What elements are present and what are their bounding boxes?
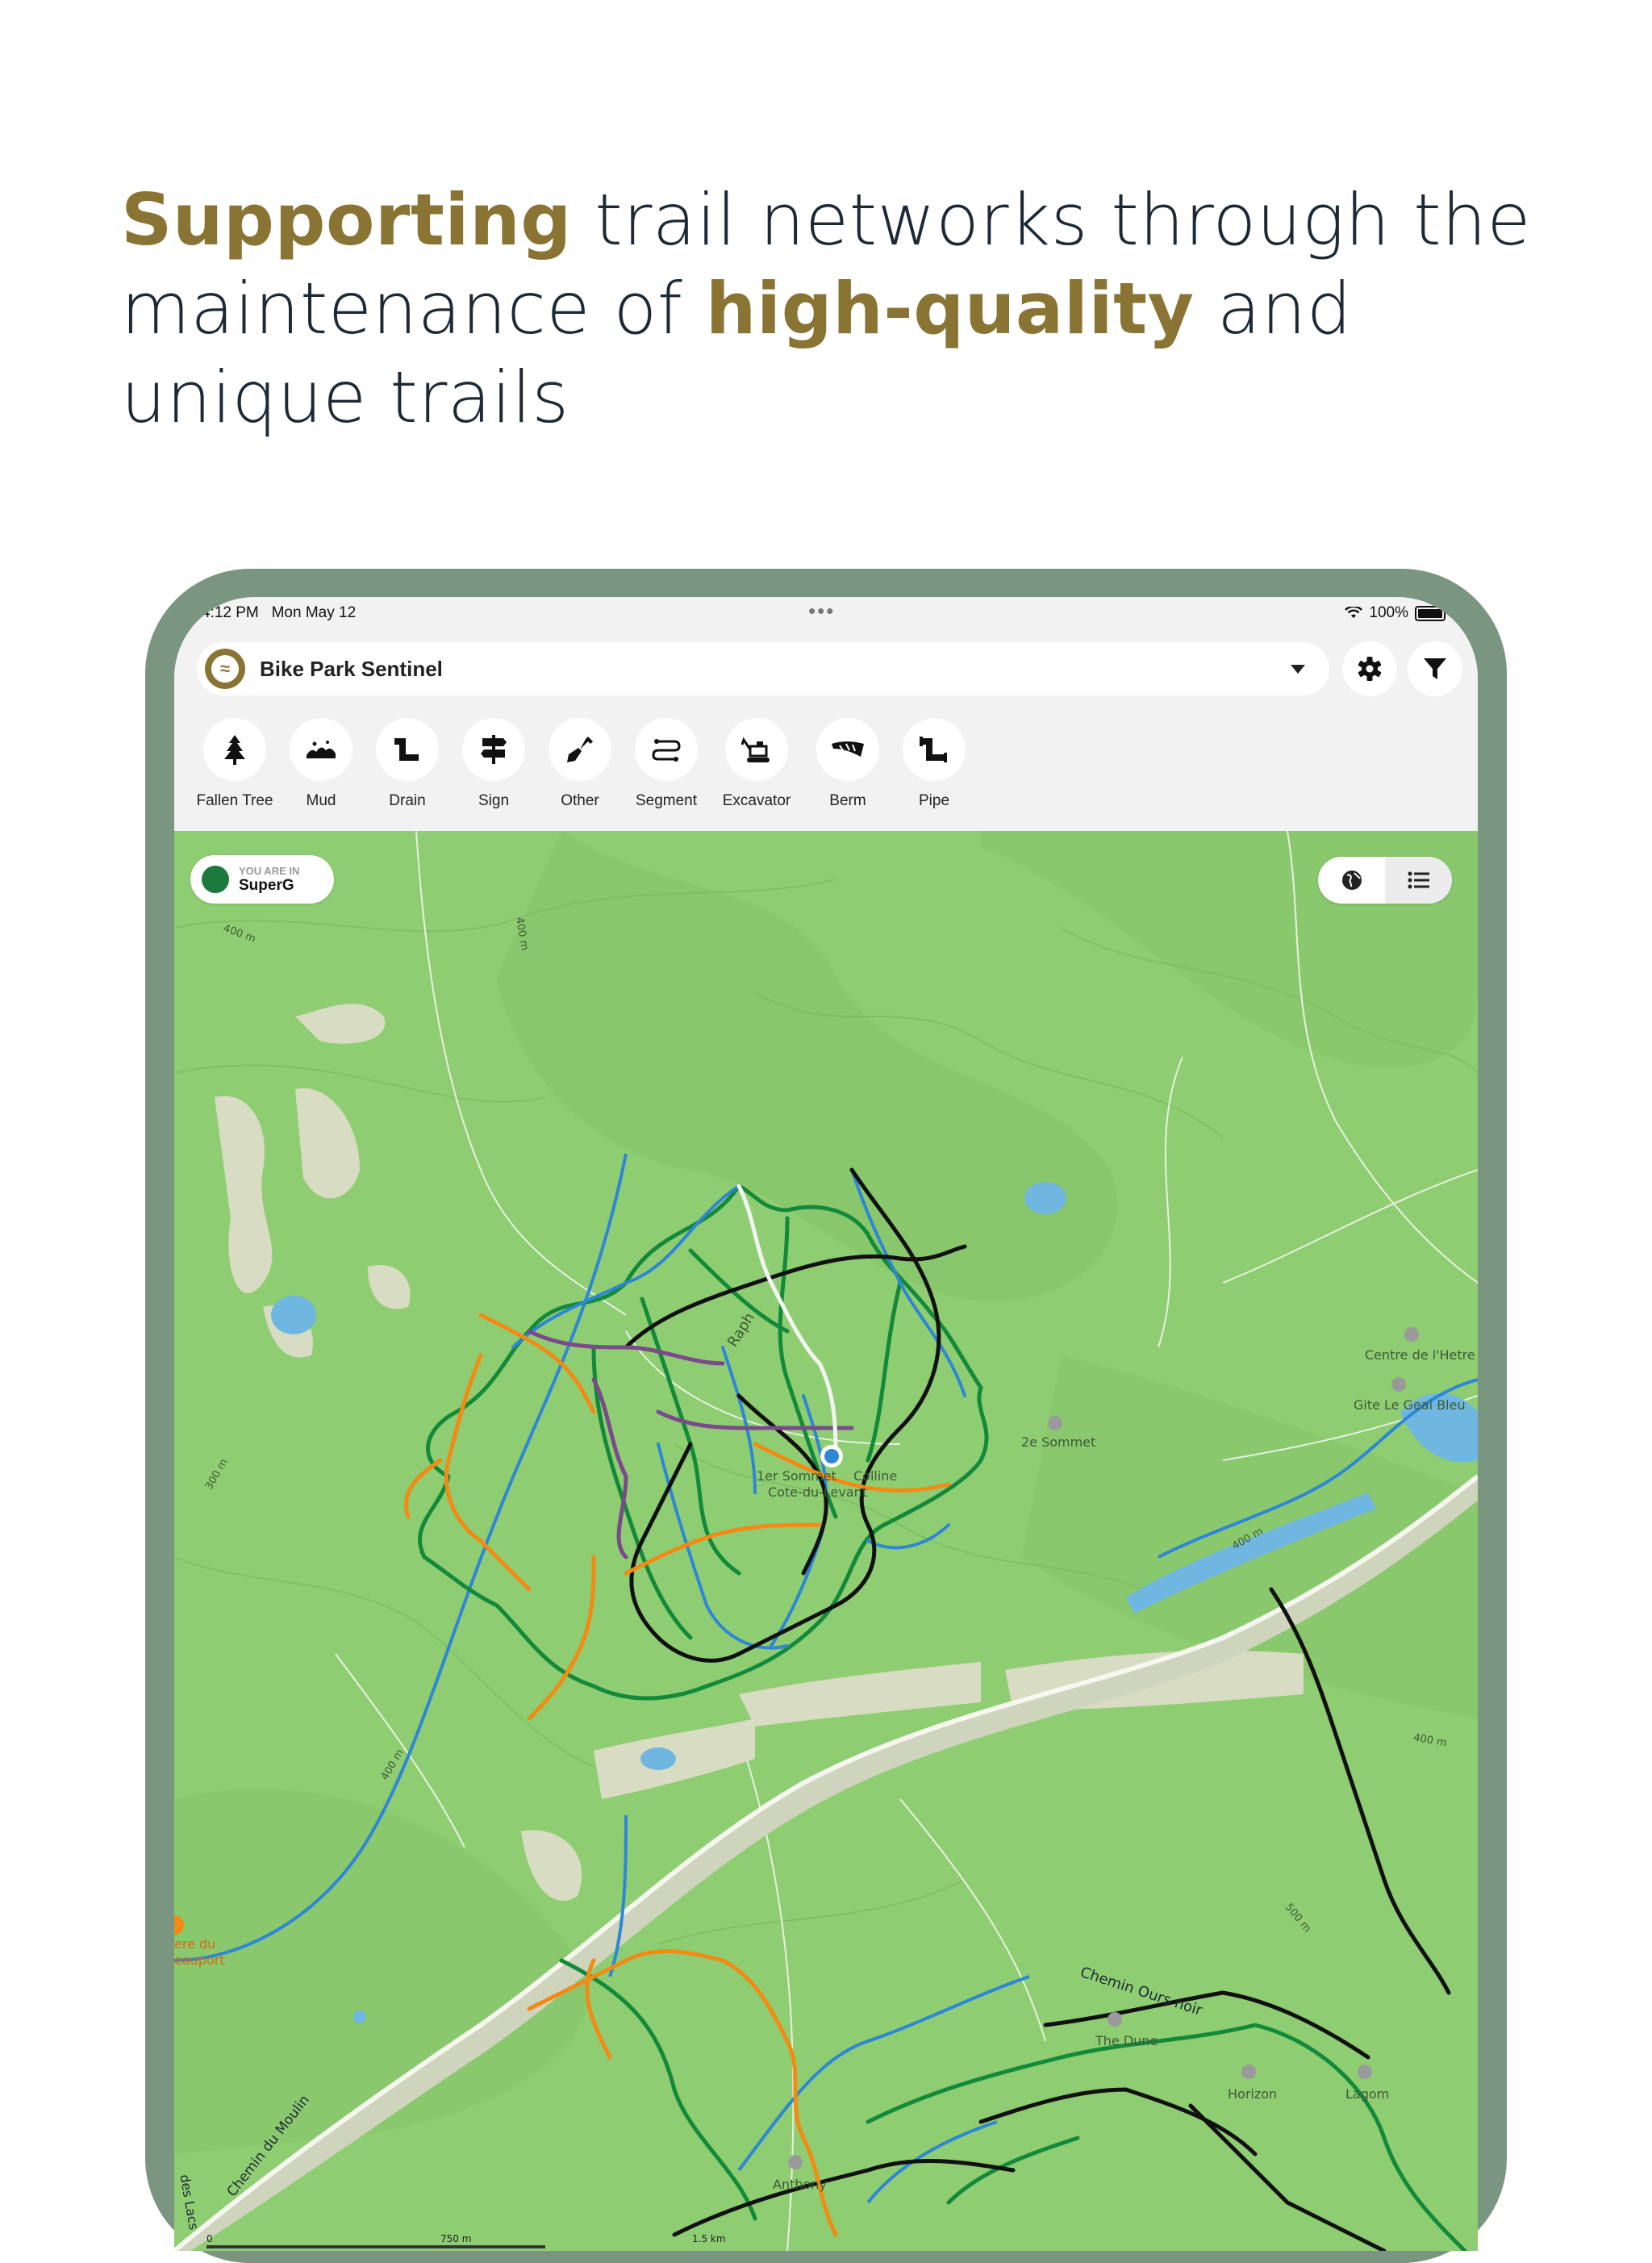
- scale-label-0: 0: [206, 2233, 213, 2244]
- map-view-button[interactable]: [1318, 857, 1385, 904]
- tool-drain[interactable]: Drain: [363, 718, 452, 810]
- app-name: Bike Park Sentinel: [260, 656, 443, 681]
- tool-segment[interactable]: Segment: [622, 718, 711, 810]
- tablet-screen: 4:12 PM Mon May 12 ••• 100% ≈ Bike Park …: [174, 597, 1478, 2251]
- park-selector[interactable]: ≈ Bike Park Sentinel: [197, 642, 1329, 695]
- tool-mud[interactable]: Mud: [277, 718, 365, 810]
- tool-pipe[interactable]: Pipe: [890, 718, 978, 810]
- poi-label-summit: 1er Sommet: [757, 1468, 836, 1484]
- gear-icon: [1358, 657, 1382, 681]
- mud-icon: [307, 741, 336, 758]
- poi-label-second-summit: 2e Sommet: [1021, 1434, 1096, 1450]
- poi-label-centre-hetre: Centre de l'Hetre: [1365, 1347, 1475, 1363]
- trail-map[interactable]: Raph 1er Sommet Colline Cote-du-Levant 2…: [174, 831, 1478, 2251]
- fallen-tree-icon: [224, 735, 245, 765]
- poi-label-horizon: Horizon: [1228, 2086, 1278, 2102]
- tool-excavator[interactable]: Excavator: [712, 718, 801, 810]
- status-time: 4:12 PM Mon May 12: [202, 604, 357, 621]
- map-canvas: [174, 831, 1478, 2251]
- poi-label-cote-du-levant: Cote-du-Levant: [768, 1484, 868, 1500]
- chevron-down-icon[interactable]: [1291, 664, 1305, 674]
- tool-berm[interactable]: Berm: [803, 718, 892, 810]
- shovel-icon: [567, 737, 593, 762]
- headline-highlight-quality: high-quality: [705, 267, 1195, 350]
- poi-label-the-dune: The Dune: [1095, 2033, 1158, 2048]
- headline: Supporting trail networks through the ma…: [121, 176, 1573, 442]
- pipe-icon: [920, 737, 947, 762]
- poi-label-beauport-2: eauport: [174, 1952, 225, 1968]
- settings-button[interactable]: [1342, 641, 1397, 696]
- filter-button[interactable]: [1408, 641, 1462, 696]
- scale-label-750: 750 m: [440, 2233, 472, 2244]
- poi-label-gite: Gite Le Geai Bleu: [1354, 1397, 1466, 1413]
- location-name: SuperG: [239, 876, 294, 894]
- status-date: Mon May 12: [271, 604, 357, 621]
- filter-icon: [1424, 658, 1446, 679]
- drain-icon: [394, 738, 419, 761]
- globe-icon: [1341, 871, 1362, 890]
- poi-label-beauport-1: ere du: [174, 1936, 216, 1952]
- battery-icon: [1415, 605, 1446, 621]
- tool-other[interactable]: Other: [536, 718, 624, 810]
- scale-label-1-5km: 1.5 km: [692, 2233, 726, 2244]
- location-badge-icon: [202, 866, 229, 893]
- tool-sign[interactable]: Sign: [449, 718, 538, 810]
- multitask-dots-icon[interactable]: •••: [808, 599, 835, 624]
- current-location-pill[interactable]: YOU ARE IN SuperG: [190, 855, 334, 904]
- poi-label-lagom: Lagom: [1345, 2086, 1390, 2102]
- list-view-button[interactable]: [1385, 857, 1452, 904]
- app-logo-icon: ≈: [205, 649, 245, 689]
- list-icon: [1408, 871, 1429, 889]
- wifi-icon: [1345, 607, 1363, 618]
- view-toggle[interactable]: [1318, 857, 1452, 904]
- excavator-icon: [740, 737, 770, 762]
- sign-icon: [481, 735, 507, 764]
- status-indicators: 100%: [1345, 604, 1446, 622]
- tool-fallen-tree[interactable]: Fallen Tree: [190, 718, 279, 810]
- location-subtitle: YOU ARE IN: [239, 864, 300, 877]
- poi-label-anthony: Anthony: [773, 2177, 827, 2192]
- segment-icon: [652, 739, 681, 762]
- report-toolbar: Fallen Tree Mud Drain Sign Other Segment…: [174, 718, 1478, 815]
- berm-icon: [832, 741, 864, 757]
- battery-percent: 100%: [1369, 604, 1408, 621]
- status-bar: 4:12 PM Mon May 12 ••• 100%: [174, 597, 1478, 629]
- poi-label-colline: Colline: [853, 1468, 898, 1484]
- headline-highlight-supporting: Supporting: [121, 178, 572, 261]
